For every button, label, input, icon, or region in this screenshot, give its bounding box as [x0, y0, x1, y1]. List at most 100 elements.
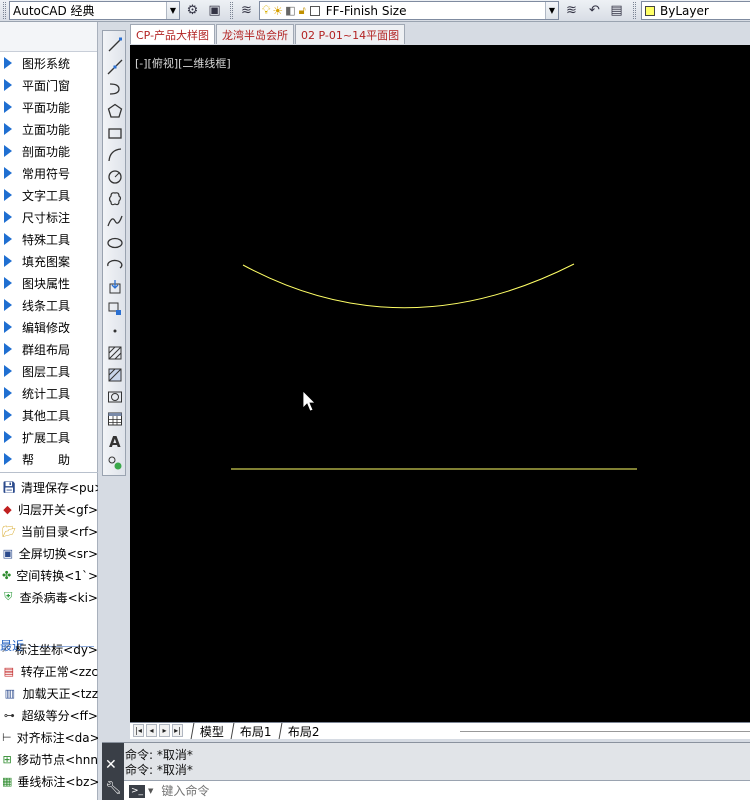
add-selected-icon[interactable]	[105, 453, 124, 472]
workspace-dropdown[interactable]: AutoCAD 经典 ▼	[9, 1, 180, 20]
menu-item-label: 平面功能	[22, 100, 71, 115]
arc-icon[interactable]	[105, 145, 124, 164]
menu-item-group-layout[interactable]: 群组布局	[0, 338, 98, 360]
wrench-icon[interactable]: 🔧︎	[105, 781, 122, 796]
point-icon[interactable]	[105, 321, 124, 340]
circle-icon[interactable]	[105, 167, 124, 186]
hatch-icon[interactable]	[105, 343, 124, 362]
tab-cp-product-detail[interactable]: CP-产品大样图	[130, 24, 216, 44]
toolbar-grip[interactable]	[3, 2, 6, 19]
menu-item-edit-modify[interactable]: 编辑修改	[0, 316, 98, 338]
command-layer-toggle[interactable]: ◆ 归层开关<gf>	[0, 498, 98, 520]
menu-item-line-tools[interactable]: 线条工具	[0, 294, 98, 316]
insert-block-icon[interactable]	[105, 277, 124, 296]
gradient-icon[interactable]	[105, 365, 124, 384]
save-as-icon: ▤	[3, 664, 15, 678]
arc-entity[interactable]	[242, 263, 575, 309]
next-layout-icon[interactable]: ▸	[159, 724, 170, 737]
command-label: 空间转换<1`>	[16, 568, 98, 583]
menu-item-label: 平面门窗	[22, 78, 71, 93]
region-icon[interactable]	[105, 387, 124, 406]
tab-model[interactable]: 模型	[190, 723, 233, 739]
drawing-geometry[interactable]	[130, 45, 750, 722]
recent-item-move-node[interactable]: ⊞ 移动节点<hnn	[0, 748, 98, 770]
recent-item-perpendicular-dim[interactable]: ▦ 垂线标注<bz>	[0, 770, 98, 792]
workspace-settings-gear-icon[interactable]: ⚙	[183, 1, 202, 20]
ellipse-icon[interactable]	[105, 233, 124, 252]
last-layout-icon[interactable]: ▸|	[172, 724, 183, 737]
menu-item-graphics-system[interactable]: 图形系统	[0, 52, 98, 74]
multiline-text-icon[interactable]: A	[105, 431, 124, 450]
menu-item-hatch-patterns[interactable]: 填充图案	[0, 250, 98, 272]
command-purge-save[interactable]: 💾︎ 清理保存<pu>	[0, 476, 98, 498]
menu-item-special-tools[interactable]: 特殊工具	[0, 228, 98, 250]
expand-arrow-icon	[4, 365, 12, 377]
horizontal-scrollbar[interactable]	[460, 731, 750, 732]
workspace-toolbar-icon[interactable]: ▣	[205, 1, 224, 20]
make-current-layer-icon[interactable]: ≋	[562, 1, 581, 20]
menu-item-layer-tools[interactable]: 图层工具	[0, 360, 98, 382]
menu-item-text-tools[interactable]: 文字工具	[0, 184, 98, 206]
tab-longwan-clubhouse[interactable]: 龙湾半岛会所	[216, 24, 295, 44]
close-icon[interactable]: ✕	[105, 757, 117, 773]
recent-item-load-tangent[interactable]: ▥ 加载天正<tzz	[0, 682, 98, 704]
chevron-down-icon[interactable]: ▼	[166, 2, 179, 19]
lock-icon[interactable]: 🔓︎	[299, 4, 306, 18]
chevron-down-icon[interactable]: ▼	[148, 787, 153, 795]
menu-item-plan-functions[interactable]: 平面功能	[0, 96, 98, 118]
menu-item-plan-doors-windows[interactable]: 平面门窗	[0, 74, 98, 96]
tab-layout1[interactable]: 布局1	[230, 723, 281, 739]
polyline-icon[interactable]	[105, 79, 124, 98]
menu-item-elevation-functions[interactable]: 立面功能	[0, 118, 98, 140]
menu-item-other-tools[interactable]: 其他工具	[0, 404, 98, 426]
command-label: 对齐标注<da>	[16, 730, 98, 745]
previous-layout-icon[interactable]: ◂	[146, 724, 157, 737]
construction-line-icon[interactable]	[105, 57, 124, 76]
command-label: 清理保存<pu>	[20, 480, 98, 495]
menu-item-statistics-tools[interactable]: 统计工具	[0, 382, 98, 404]
recent-item-align-dim[interactable]: ⊢ 对齐标注<da>	[0, 726, 98, 748]
tab-02-floor-plans[interactable]: 02 P-01~14平面图	[295, 24, 406, 44]
tab-layout2[interactable]: 布局2	[278, 723, 329, 739]
make-block-icon[interactable]	[105, 299, 124, 318]
menu-item-block-attributes[interactable]: 图块属性	[0, 272, 98, 294]
command-input[interactable]	[161, 784, 562, 798]
sun-icon[interactable]: ☀	[272, 4, 283, 18]
command-prompt-icon[interactable]: >_	[129, 784, 145, 798]
command-fullscreen-toggle[interactable]: ▣ 全屏切换<sr>	[0, 542, 98, 564]
fullscreen-icon: ▣	[2, 546, 14, 560]
freeze-vp-icon[interactable]: ◧	[285, 4, 295, 17]
command-virus-scan[interactable]: ⛨ 查杀病毒<ki>	[0, 586, 98, 608]
recent-item-save-normal[interactable]: ▤ 转存正常<zzc	[0, 660, 98, 682]
expand-arrow-icon	[4, 189, 12, 201]
menu-item-section-functions[interactable]: 剖面功能	[0, 140, 98, 162]
layer-state-icon[interactable]: ▤	[607, 1, 626, 20]
lightbulb-icon[interactable]: 💡︎	[262, 3, 270, 18]
command-space-switch[interactable]: ✤ 空间转换<1`>	[0, 564, 98, 586]
table-icon[interactable]	[105, 409, 124, 428]
first-layout-icon[interactable]: |◂	[133, 724, 144, 737]
layer-previous-icon[interactable]: ↶	[585, 1, 604, 20]
menu-item-help[interactable]: 帮 助	[0, 448, 98, 470]
layer-dropdown[interactable]: 💡︎ ☀ ◧ 🔓︎ FF-Finish Size ▼	[259, 1, 559, 20]
revision-cloud-icon[interactable]	[105, 189, 124, 208]
polygon-icon[interactable]	[105, 101, 124, 120]
drawing-canvas[interactable]: [-][俯视][二维线框]	[130, 45, 750, 722]
menu-item-extension-tools[interactable]: 扩展工具	[0, 426, 98, 448]
toolbar-grip[interactable]	[633, 2, 636, 19]
toolbar-grip[interactable]	[230, 2, 233, 19]
tab-layout1-label: 布局1	[240, 724, 272, 739]
layer-properties-icon[interactable]: ≋	[237, 1, 256, 20]
color-dropdown[interactable]: ByLayer	[641, 1, 750, 20]
spline-icon[interactable]	[105, 211, 124, 230]
command-current-directory[interactable]: 📂︎ 当前目录<rf>	[0, 520, 98, 542]
recent-item-coord-dim[interactable]: ⟋ 标注坐标<dy>	[0, 638, 98, 660]
line-tool-icon[interactable]	[105, 35, 124, 54]
menu-header-strip	[0, 22, 97, 52]
chevron-down-icon[interactable]: ▼	[545, 2, 558, 19]
ellipse-arc-icon[interactable]	[105, 255, 124, 274]
rectangle-icon[interactable]	[105, 123, 124, 142]
recent-item-super-divide[interactable]: ⊶ 超级等分<ff>	[0, 704, 98, 726]
menu-item-common-symbols[interactable]: 常用符号	[0, 162, 98, 184]
menu-item-dimension[interactable]: 尺寸标注	[0, 206, 98, 228]
